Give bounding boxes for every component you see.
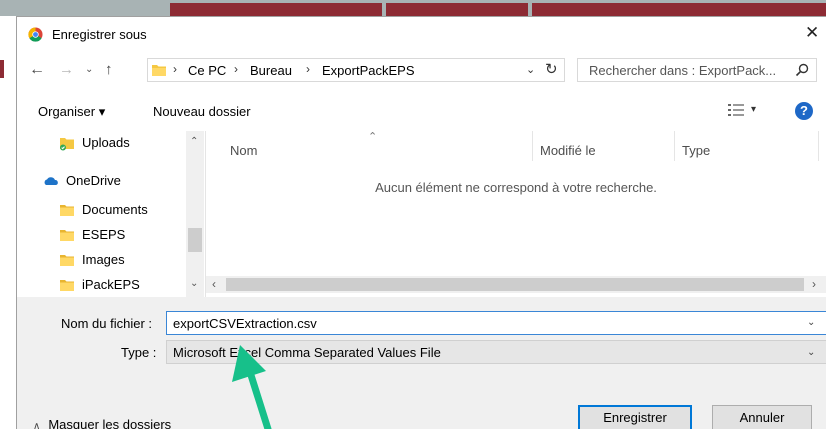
column-header-type[interactable]: Type [682,143,710,158]
breadcrumb-item-bureau[interactable]: Bureau [250,63,292,78]
background-accent [0,60,4,78]
save-button[interactable]: Enregistrer [578,405,692,429]
column-separator[interactable] [532,131,533,161]
tree-item-documents[interactable]: Documents [17,198,185,222]
tree-item-ipackeps[interactable]: iPackEPS [17,273,185,297]
save-form: Nom du fichier : ⌄ Type : Microsoft Exce… [17,297,826,429]
cancel-button[interactable]: Annuler [712,405,812,429]
screen: Enregistrer sous ✕ ← → ⌄ ↑ › Ce PC › Bur… [0,0,826,429]
refresh-button[interactable]: ↻ [545,60,558,78]
breadcrumb-separator: › [173,62,177,76]
search-input[interactable]: Rechercher dans : ExportPack... [589,63,776,78]
folder-icon [60,255,74,266]
column-separator[interactable] [674,131,675,161]
tree-item-onedrive[interactable]: OneDrive [17,169,185,193]
onedrive-icon [44,177,58,185]
scroll-up-icon[interactable]: ⌃ [190,136,198,147]
background-tab [170,3,382,16]
breadcrumb-item-ce-pc[interactable]: Ce PC [188,63,226,78]
forward-button[interactable]: → [59,61,74,78]
tree-item-label: Documents [82,202,148,217]
tree-item-label: Images [82,252,125,267]
hide-folders-label: Masquer les dossiers [48,417,172,429]
filename-dropdown-icon[interactable]: ⌄ [807,317,815,328]
column-header-modified[interactable]: Modifié le [540,143,596,158]
search-icon[interactable] [794,62,810,78]
new-folder-button[interactable]: Nouveau dossier [153,104,251,119]
file-type-value: Microsoft Excel Comma Separated Values F… [173,345,441,360]
tree-item-label: OneDrive [66,173,121,188]
recent-locations-button[interactable]: ⌄ [85,64,93,75]
breadcrumb-separator: › [234,62,238,76]
folder-sync-icon [60,138,74,151]
hide-folders-button[interactable]: ∧ Masquer les dossiers [33,417,171,429]
back-button[interactable]: ← [29,61,45,79]
tree-item-images[interactable]: Images [17,248,185,272]
file-type-dropdown-icon[interactable]: ⌄ [807,347,815,358]
background-tab [532,3,826,16]
tree-item-label: Uploads [82,135,130,150]
close-button[interactable]: ✕ [805,23,819,43]
filename-label: Nom du fichier : [61,316,153,331]
navigation-pane-scrollbar[interactable]: ⌃ ⌄ [186,131,204,297]
help-icon[interactable]: ? [795,102,813,120]
column-header-name[interactable]: Nom [230,143,257,158]
column-separator[interactable] [818,131,819,161]
title-bar: Enregistrer sous ✕ [17,17,826,51]
navigation-bar: ← → ⌄ ↑ › Ce PC › Bureau › ExportPackEPS… [17,55,826,85]
file-type-select[interactable]: Microsoft Excel Comma Separated Values F… [166,340,826,364]
folder-icon [152,65,166,76]
background-app-left [0,16,16,429]
filename-input[interactable] [173,314,793,332]
address-bar[interactable]: › Ce PC › Bureau › ExportPackEPS ⌄ ↻ [147,58,565,82]
folder-icon [60,230,74,241]
filename-field[interactable]: ⌄ [166,311,826,335]
folder-icon [60,205,74,216]
background-app-bar [0,0,826,16]
chevron-up-icon: ∧ [33,421,41,429]
scroll-down-icon[interactable]: ⌄ [190,278,198,289]
scroll-right-icon[interactable]: › [812,277,816,291]
tree-item-uploads[interactable]: Uploads [17,131,185,155]
address-dropdown-button[interactable]: ⌄ [526,63,535,76]
breadcrumb-item-exportpackeps[interactable]: ExportPackEPS [322,63,415,78]
scroll-left-icon[interactable]: ‹ [212,277,216,291]
file-list-horizontal-scrollbar[interactable]: ‹ › [206,276,826,293]
organise-button[interactable]: Organiser ▾ [38,104,105,120]
folder-icon [60,280,74,291]
save-as-dialog: Enregistrer sous ✕ ← → ⌄ ↑ › Ce PC › Bur… [16,16,826,429]
file-list-pane: ⌃ Nom Modifié le Type Aucun élément ne c… [206,131,826,297]
sort-ascending-icon: ⌃ [368,131,378,143]
breadcrumb-separator: › [306,62,310,76]
tree-item-eseps[interactable]: ESEPS [17,223,185,247]
command-toolbar: Organiser ▾ Nouveau dossier ▾ ? [17,97,826,127]
empty-results-message: Aucun élément ne correspond à votre rech… [375,180,657,195]
dialog-title: Enregistrer sous [52,27,147,42]
view-dropdown-button[interactable]: ▾ [751,104,756,115]
view-details-icon[interactable] [728,103,744,117]
search-box[interactable]: Rechercher dans : ExportPack... [577,58,817,82]
background-tab [386,3,528,16]
navigation-pane: Uploads OneDrive Documents ESEPS Images … [17,131,206,297]
scrollbar-thumb[interactable] [188,228,202,252]
chrome-icon [28,27,43,42]
tree-item-label: iPackEPS [82,277,140,292]
type-label: Type : [121,345,157,360]
up-button[interactable]: ↑ [105,61,113,78]
tree-item-label: ESEPS [82,227,126,242]
scrollbar-thumb[interactable] [226,278,804,291]
